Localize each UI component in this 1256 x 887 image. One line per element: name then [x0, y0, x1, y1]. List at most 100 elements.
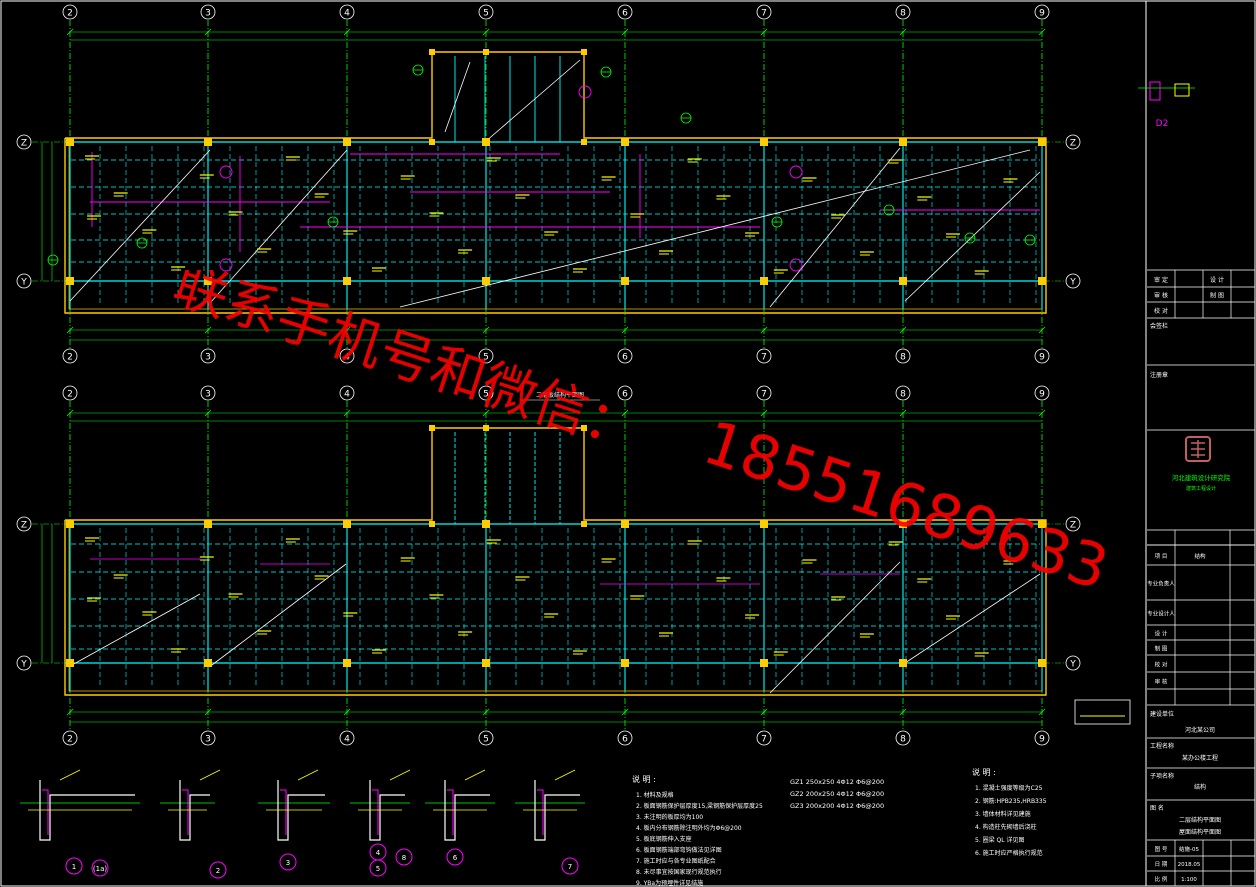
detail-annotation [389, 769, 411, 781]
tb-item-label: 子项名称 [1150, 772, 1174, 780]
axis-label-bottom-4: 4 [344, 353, 350, 363]
structural-column [899, 277, 907, 285]
axis-label-top-4: 4 [344, 390, 350, 400]
axis-label-top-2: 2 [67, 390, 73, 400]
tb-construction-label: 建设单位 [1150, 710, 1174, 718]
structural-column [581, 521, 587, 527]
structural-column [482, 520, 490, 528]
slab-diagonal [769, 561, 901, 694]
axis-label-bottom-5: 5 [483, 735, 489, 745]
tb-project-label: 工程名称 [1150, 742, 1174, 750]
axis-label-bottom-5: 5 [483, 353, 489, 363]
axis-label-bottom-3: 3 [205, 735, 211, 745]
axis-label-top-9: 9 [1039, 9, 1045, 19]
structural-column [621, 277, 629, 285]
axis-label-top-6: 6 [622, 390, 628, 400]
detail-annotation [554, 769, 576, 781]
structural-column [621, 138, 629, 146]
axis-label-left-Z: Z [21, 139, 27, 149]
design-notes: 说 明 : 1. 材料及规格 2. 板面钢筋保护层厚度15,梁钢筋保护层厚度25 3.… [632, 699, 1131, 887]
detail-annotation [199, 769, 221, 781]
tb-top-right-2: 制 图 [1210, 292, 1224, 300]
note-left-3: 3. 未注明的板厚均为100 [636, 813, 703, 821]
structural-column [760, 138, 768, 146]
structural-column [581, 139, 587, 145]
structural-column [66, 277, 74, 285]
axis-label-left-Y: Y [20, 660, 27, 670]
detail-d2-frame [1132, 72, 1196, 112]
detail-annotation [59, 769, 81, 781]
axis-label-top-6: 6 [622, 9, 628, 19]
detail-index-label-3: 2 [216, 867, 220, 875]
note-left-5: 5. 板底钢筋伸入支座 [636, 835, 692, 843]
detail-index-label-8: 6 [453, 854, 458, 862]
bottom-floor-plan: 2 2 3 3 4 4 5 5 6 6 7 7 8 8 9 9 Z Z Y Y 二层板结构平面图 [16, 385, 1081, 746]
axis-label-right-Z: Z [1070, 139, 1076, 149]
structural-column [343, 277, 351, 285]
slab-diagonal [904, 573, 1041, 664]
axis-label-top-3: 3 [205, 390, 211, 400]
gz-spec-3: GZ3 200x200 4Φ12 Φ6@200 [790, 802, 884, 810]
axis-label-bottom-6: 6 [622, 353, 628, 363]
axis-label-top-9: 9 [1039, 390, 1045, 400]
structural-column [621, 659, 629, 667]
detail-d2-section [1149, 81, 1161, 101]
title-block: 审 定审 核校 对设 计制 图会签栏注册章河北建筑设计研究院建筑工程设计项 目结… [1147, 269, 1255, 886]
axis-label-bottom-7: 7 [761, 353, 767, 363]
structural-column [204, 277, 212, 285]
plan-title-bottom: 二层板结构平面图 [536, 391, 584, 399]
notes-title-right: 说 明 : [972, 767, 996, 777]
tb-top-left-2: 审 核 [1154, 292, 1168, 300]
axis-label-top-2: 2 [67, 9, 73, 19]
note-left-9: 9. YBa为预埋件详见结施 [636, 879, 703, 887]
axis-label-bottom-9: 9 [1039, 735, 1045, 745]
structural-column [760, 277, 768, 285]
tb-drawname-2: 屋面结构平面图 [1179, 828, 1221, 836]
axis-label-bottom-2: 2 [67, 353, 73, 363]
slab-diagonal [769, 147, 901, 308]
axis-label-top-4: 4 [344, 9, 350, 19]
structural-column [343, 659, 351, 667]
axis-label-left-Y: Y [20, 278, 27, 288]
detail-index-label-4: 3 [286, 859, 290, 867]
structural-column [1038, 520, 1046, 528]
axis-label-top-8: 8 [900, 390, 906, 400]
gz-spec-1: GZ1 250x250 4Φ12 Φ6@200 [790, 778, 884, 786]
detail-annotation [464, 769, 486, 781]
detail-marker [789, 258, 803, 272]
structural-column [483, 49, 489, 55]
detail-rebar [447, 789, 454, 835]
exterior-wall [64, 427, 1047, 696]
structural-column [482, 659, 490, 667]
structural-column [66, 138, 74, 146]
axis-label-left-Z: Z [21, 521, 27, 531]
detail-rebar [42, 789, 49, 835]
structural-column [581, 425, 587, 431]
tb-mid-label-1: 项 目 [1155, 553, 1168, 560]
structural-column [343, 138, 351, 146]
top-floor-plan: 2 2 3 3 4 4 5 5 6 6 7 7 8 8 9 9 Z Z Y Y D2 [16, 4, 1196, 364]
structural-column [66, 520, 74, 528]
structural-column [204, 138, 212, 146]
slab-diagonal [399, 149, 1031, 308]
slab-diagonal [71, 593, 201, 666]
tb-no-label: 图 号 [1155, 845, 1168, 853]
axis-label-top-7: 7 [761, 9, 767, 19]
axis-label-right-Y: Y [1069, 278, 1076, 288]
tb-top-left-1: 审 定 [1154, 276, 1168, 284]
tb-mid-value-1: 结构 [1194, 552, 1206, 560]
axis-label-top-5: 5 [483, 9, 489, 19]
detail-marker [789, 165, 803, 179]
tb-date-value: 2018.05 [1178, 862, 1201, 868]
tb-construction-name: 河北某公司 [1185, 726, 1215, 734]
note-right-4: 4. 构造柱先砌墙后浇柱 [975, 823, 1037, 831]
axis-label-bottom-7: 7 [761, 735, 767, 745]
note-left-8: 8. 未尽事宜按国家现行规范执行 [636, 868, 722, 876]
axis-label-top-8: 8 [900, 9, 906, 19]
tb-scale-label: 比 例 [1155, 875, 1168, 883]
interior-wall-outline [68, 523, 1043, 692]
note-right-2: 2. 钢筋:HPB235,HRB335 [975, 797, 1047, 805]
structural-column [66, 659, 74, 667]
tb-stamp-label: 注册章 [1150, 371, 1168, 379]
company-sub: 建筑工程设计 [1186, 485, 1216, 492]
